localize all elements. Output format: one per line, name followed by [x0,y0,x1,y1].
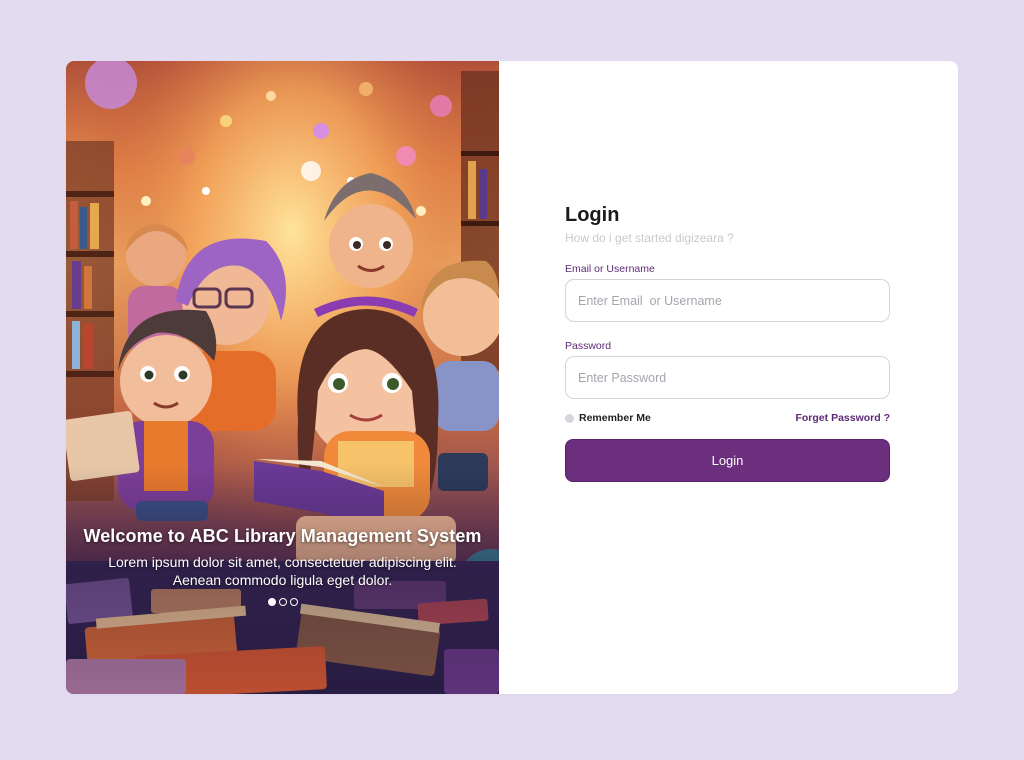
carousel-dot-1[interactable] [267,598,276,606]
login-button[interactable]: Login [565,439,890,482]
hero-description: Lorem ipsum dolor sit amet, consectetuer… [66,553,499,589]
hero-caption: Welcome to ABC Library Management System… [66,526,499,589]
carousel-dot-3[interactable] [289,598,298,606]
hero-description-line-1: Lorem ipsum dolor sit amet, consectetuer… [108,554,457,570]
login-form: Login How do i get started digizeara ? E… [565,203,890,482]
remember-me-label: Remember Me [579,412,651,424]
email-input[interactable] [565,279,890,322]
carousel-dots [66,598,499,606]
password-label: Password [565,340,612,352]
login-subtitle: How do i get started digizeara ? [565,231,734,245]
login-form-panel: Login How do i get started digizeara ? E… [499,61,958,694]
carousel-dot-2[interactable] [278,598,287,606]
hero-description-line-2: Aenean commodo ligula eget dolor. [172,572,393,588]
forgot-password-link[interactable]: Forget Password ? [795,412,890,424]
login-title: Login [565,204,620,226]
login-card: Welcome to ABC Library Management System… [66,61,958,694]
remember-me-toggle[interactable]: Remember Me [565,412,651,424]
hero-title: Welcome to ABC Library Management System [83,526,482,546]
hero-panel: Welcome to ABC Library Management System… [66,61,499,694]
password-input[interactable] [565,356,890,399]
email-label: Email or Username [565,263,655,275]
remember-me-radio[interactable] [565,413,574,423]
login-options-row: Remember Me Forget Password ? [565,412,890,424]
